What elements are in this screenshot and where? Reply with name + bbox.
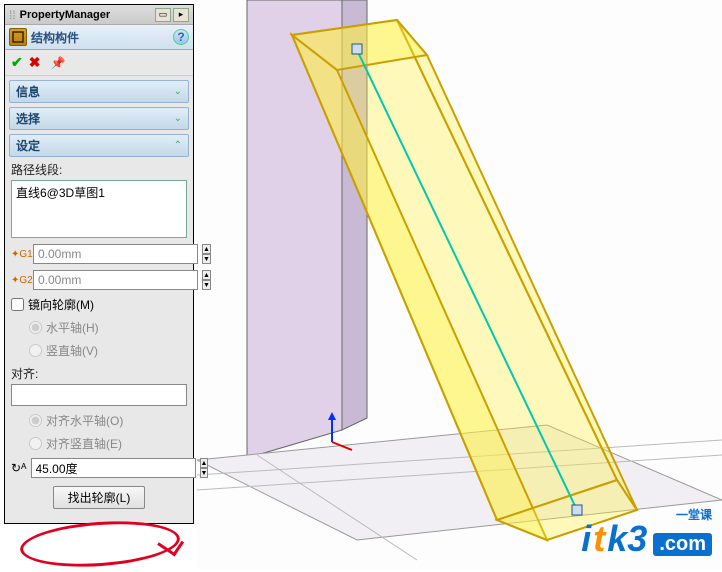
angle-input[interactable] <box>31 458 196 478</box>
horiz-axis-label: 水平轴(H) <box>46 319 99 336</box>
property-manager-panel: ⁞⁞ PropertyManager ▭ ▸ 结构构件 ? ✔ ✖ 📌 信息 ⌄… <box>4 4 194 524</box>
ok-icon[interactable]: ✔ <box>11 54 23 71</box>
section-settings-body: 路径线段: 直线6@3D草图1 ✦G1 ▲ ▼ ✦G2 ▲ ▼ 镜向轮廓(M) <box>5 157 193 523</box>
model-viewport[interactable]: 一堂课 i t k3 .com <box>197 0 722 570</box>
model-graphics <box>197 0 722 570</box>
path-segments-listbox[interactable]: 直线6@3D草图1 <box>11 180 187 238</box>
chevron-up-icon: ⌃ <box>174 140 182 151</box>
g1-offset-row: ✦G1 ▲ ▼ <box>11 244 187 264</box>
watermark-tagline: 一堂课 <box>676 506 712 523</box>
g2-spinner: ▲ ▼ <box>202 270 211 290</box>
mirror-profile-row: 镜向轮廓(M) <box>11 296 187 313</box>
g1-spinner: ▲ ▼ <box>202 244 211 264</box>
cancel-icon[interactable]: ✖ <box>29 54 41 71</box>
vert-axis-row: 竖直轴(V) <box>29 342 187 359</box>
horiz-axis-row: 水平轴(H) <box>29 319 187 336</box>
align-selection-box[interactable] <box>11 384 187 406</box>
angle-row: ↻ᴬ ▲ ▼ <box>11 458 187 478</box>
pm-title: PropertyManager <box>20 9 155 21</box>
spin-up-icon[interactable]: ▲ <box>200 458 209 468</box>
align-horiz-label: 对齐水平轴(O) <box>46 412 123 429</box>
pm-grip-icon: ⁞⁞ <box>9 8 16 22</box>
align-vert-radio[interactable] <box>29 437 42 450</box>
g2-icon: ✦G2 <box>11 275 29 286</box>
spin-up-icon[interactable]: ▲ <box>202 270 211 280</box>
section-info-header[interactable]: 信息 ⌄ <box>9 80 189 103</box>
action-row: ✔ ✖ 📌 <box>5 50 193 76</box>
align-vert-label: 对齐竖直轴(E) <box>46 435 122 452</box>
section-select-header[interactable]: 选择 ⌄ <box>9 107 189 130</box>
section-settings-header[interactable]: 设定 ⌃ <box>9 134 189 157</box>
g1-icon: ✦G1 <box>11 249 29 260</box>
mirror-checkbox[interactable] <box>11 298 24 311</box>
horiz-axis-radio[interactable] <box>29 321 42 334</box>
help-icon[interactable]: ? <box>173 29 189 45</box>
path-seg-label: 路径线段: <box>11 161 187 178</box>
watermark-com: .com <box>653 533 712 556</box>
spin-up-icon[interactable]: ▲ <box>202 244 211 254</box>
align-vert-row: 对齐竖直轴(E) <box>29 435 187 452</box>
spin-down-icon[interactable]: ▼ <box>200 468 209 478</box>
angle-icon: ↻ᴬ <box>11 461 27 475</box>
section-select-title: 选择 <box>16 110 174 127</box>
pm-arrow-icon[interactable]: ▸ <box>173 8 189 22</box>
annotation-highlight-circle <box>19 516 182 571</box>
spin-down-icon[interactable]: ▼ <box>202 254 211 264</box>
align-horiz-radio[interactable] <box>29 414 42 427</box>
list-item[interactable]: 直线6@3D草图1 <box>14 183 184 202</box>
pm-header: ⁞⁞ PropertyManager ▭ ▸ <box>5 5 193 25</box>
g2-offset-row: ✦G2 ▲ ▼ <box>11 270 187 290</box>
pin-icon[interactable]: 📌 <box>50 56 65 70</box>
g1-input[interactable] <box>33 244 198 264</box>
feature-name: 结构构件 <box>31 29 173 46</box>
section-info-title: 信息 <box>16 83 174 100</box>
watermark-k3: k3 <box>607 518 647 560</box>
watermark-t: t <box>593 518 605 560</box>
watermark-i: i <box>581 518 591 560</box>
angle-spinner: ▲ ▼ <box>200 458 209 478</box>
g2-input[interactable] <box>33 270 198 290</box>
align-horiz-row: 对齐水平轴(O) <box>29 412 187 429</box>
spin-down-icon[interactable]: ▼ <box>202 280 211 290</box>
chevron-down-icon: ⌄ <box>174 86 182 97</box>
vert-axis-label: 竖直轴(V) <box>46 342 98 359</box>
section-settings-title: 设定 <box>16 137 174 154</box>
chevron-down-icon: ⌄ <box>174 113 182 124</box>
mirror-label: 镜向轮廓(M) <box>28 296 94 313</box>
find-profile-button[interactable]: 找出轮廓(L) <box>53 486 146 509</box>
structural-member-icon <box>9 28 27 46</box>
vert-axis-radio[interactable] <box>29 344 42 357</box>
align-label: 对齐: <box>11 365 187 382</box>
feature-row: 结构构件 ? <box>5 25 193 50</box>
watermark: 一堂课 i t k3 .com <box>581 518 712 560</box>
pm-split-icon[interactable]: ▭ <box>155 8 171 22</box>
